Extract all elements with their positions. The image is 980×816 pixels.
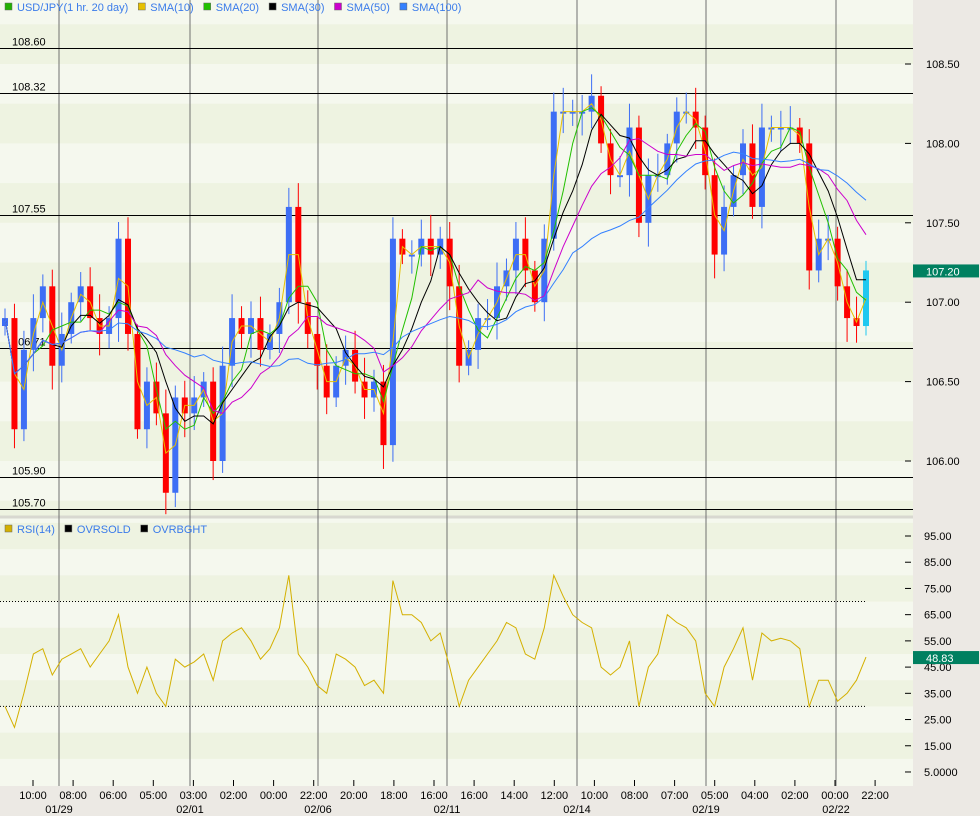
time-tick-label: 10:00 <box>19 790 47 802</box>
time-tick-label: 07:00 <box>661 790 689 802</box>
rsi-legend: RSI(14) OVRSOLD OVRBGHT <box>4 524 208 536</box>
rsi-tick-label: 5.0000 <box>924 767 958 779</box>
rsi-band <box>0 575 913 602</box>
price-tick-label: 107.50 <box>926 218 960 230</box>
time-tick-label: 02:00 <box>781 790 809 802</box>
time-tick-label: 16:00 <box>420 790 448 802</box>
time-tick-label: 16:00 <box>460 790 488 802</box>
rsi-tick-label: 85.00 <box>924 557 952 569</box>
date-label: 02/06 <box>304 804 332 816</box>
legend-label: SMA(30) <box>281 2 324 14</box>
rsi-tick-label: 55.00 <box>924 636 952 648</box>
legend-swatch <box>4 2 13 11</box>
price-level-label: 105.70 <box>12 498 46 510</box>
price-tick-label: 107.00 <box>926 297 960 309</box>
price-tick-label: 106.50 <box>926 377 960 389</box>
legend-swatch <box>268 2 277 11</box>
legend-label: OVRBGHT <box>153 524 208 536</box>
time-tick-label: 06:00 <box>99 790 127 802</box>
legend-swatch <box>64 524 73 533</box>
legend-label: OVRSOLD <box>77 524 131 536</box>
legend-swatch <box>334 2 342 11</box>
price-level-label: 105.90 <box>12 466 46 478</box>
time-tick-label: 20:00 <box>340 790 368 802</box>
price-level-label: 107.55 <box>12 204 46 216</box>
legend-swatch <box>138 2 146 11</box>
price-level-label: 108.32 <box>12 82 46 94</box>
date-label: 02/14 <box>563 804 591 816</box>
rsi-tick-label: 65.00 <box>924 610 952 622</box>
legend-swatch <box>203 2 211 11</box>
time-tick-label: 12:00 <box>541 790 569 802</box>
legend-label: SMA(50) <box>347 2 390 14</box>
legend-label: SMA(20) <box>216 2 259 14</box>
legend-swatch <box>4 524 13 533</box>
price-band <box>0 103 913 144</box>
candle <box>11 303 18 449</box>
time-tick-label: 05:00 <box>140 790 168 802</box>
price-tick-label: 108.50 <box>926 59 960 71</box>
price-band <box>0 24 913 64</box>
price-band <box>0 183 913 223</box>
legend-label: SMA(10) <box>150 2 193 14</box>
time-tick-label: 18:00 <box>380 790 408 802</box>
time-tick-label: 03:00 <box>180 790 208 802</box>
price-level-label: 108.60 <box>12 37 46 49</box>
time-tick-label: 10:00 <box>581 790 609 802</box>
time-tick-label: 22:00 <box>861 790 889 802</box>
date-label: 02/11 <box>434 804 461 816</box>
date-label: 01/29 <box>45 804 73 816</box>
rsi-tick-label: 35.00 <box>924 688 952 700</box>
last-rsi-value: 48.83 <box>926 653 954 665</box>
last-price-value: 107.20 <box>926 266 960 278</box>
rsi-band <box>0 732 913 759</box>
time-tick-label: 08:00 <box>59 790 87 802</box>
time-tick-label: 04:00 <box>741 790 769 802</box>
date-label: 02/01 <box>176 804 204 816</box>
time-tick-label: 00:00 <box>821 790 849 802</box>
time-tick-label: 14:00 <box>500 790 528 802</box>
price-tick-label: 106.00 <box>926 456 960 468</box>
forex-chart: 108.60108.32107.55106.71105.90105.70 108… <box>0 0 980 816</box>
time-tick-label: 08:00 <box>621 790 649 802</box>
rsi-tick-label: 75.00 <box>924 583 952 595</box>
rsi-band <box>0 522 913 550</box>
legend-swatch <box>140 524 148 533</box>
time-tick-label: 00:00 <box>260 790 288 802</box>
price-tick-label: 108.00 <box>926 138 960 150</box>
rsi-tick-label: 25.00 <box>924 715 952 727</box>
rsi-tick-label: 15.00 <box>924 741 952 753</box>
legend-label: SMA(100) <box>412 2 462 14</box>
rsi-tick-label: 95.00 <box>924 531 952 543</box>
date-label: 02/19 <box>692 804 720 816</box>
time-tick-label: 22:00 <box>300 790 328 802</box>
date-label: 02/22 <box>822 804 850 816</box>
time-tick-label: 05:00 <box>701 790 729 802</box>
time-tick-label: 02:00 <box>220 790 248 802</box>
rsi-band <box>0 627 913 654</box>
legend-label: RSI(14) <box>17 524 55 536</box>
legend-label: USD/JPY(1 hr. 20 day) <box>17 2 128 14</box>
candle <box>550 92 557 251</box>
legend-swatch <box>399 2 408 11</box>
